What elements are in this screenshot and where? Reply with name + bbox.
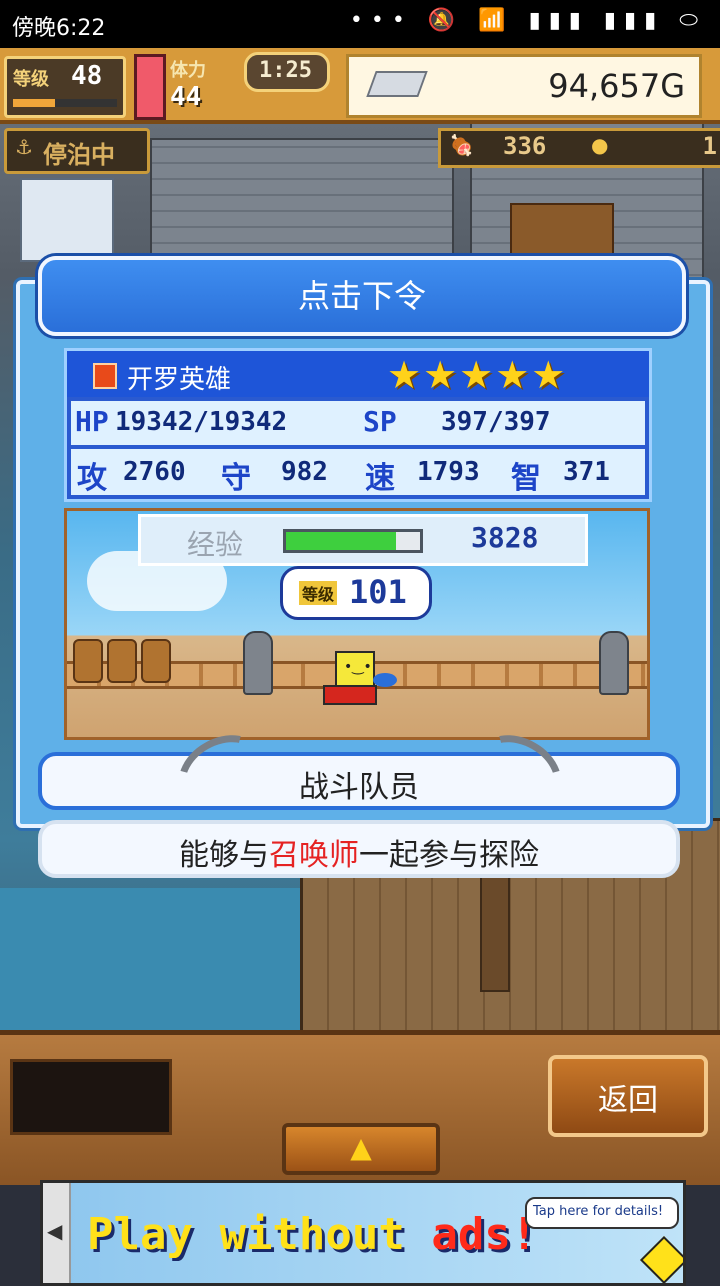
silver-bar-icon [366,71,428,97]
house-building [20,178,114,262]
exp-bar: 经验 3828 [138,514,588,566]
fire-element-icon [93,363,117,389]
int-value: 371 [563,457,610,487]
level-progress [13,99,117,107]
sp-label: SP [363,405,397,438]
barrel [107,639,137,683]
cannon-right [599,631,629,695]
def-value: 982 [281,457,328,487]
mast-post [480,868,510,992]
empty-slot [10,1059,172,1135]
ad-banner[interactable]: ◀ Play without ads! Tap here for details… [40,1180,686,1286]
coin-value: 1 [702,132,717,160]
exp-progress-fill [286,532,396,550]
stamina-value: 44 [170,82,202,112]
exp-progress [283,529,423,553]
stamina-gauge [134,54,166,120]
desc-before: 能够与 [179,838,269,873]
market-stall [510,203,614,257]
role-banner: 战斗队员 [38,752,680,810]
hero-weapon [373,673,397,687]
hero-level-label: 等级 [299,581,338,605]
ad-text-ads: ads! [431,1209,538,1260]
left-arrow-icon: ◀ [47,1219,63,1243]
hero-stats-box: 开罗英雄 ★★★★★ HP 19342/19342 SP 397/397 攻 2… [64,348,652,502]
hero-name-row: 开罗英雄 ★★★★★ [67,351,649,397]
up-arrow-icon: ▲ [350,1131,372,1164]
ad-details-bubble[interactable]: Tap here for details! [525,1197,679,1229]
coin-icon: ● [591,133,609,157]
sp-value: 397/397 [441,407,551,437]
ad-collapse-button[interactable]: ◀ [43,1183,71,1283]
player-level-box[interactable]: 等级 48 [4,56,126,118]
back-label: 返回 [598,1083,658,1118]
desc-highlight: 召唤师 [269,838,359,873]
spd-value: 1793 [417,457,480,487]
spd-label: 速 [365,461,395,496]
harbor-water [0,888,300,1038]
stamina-label: 体力 [170,60,206,81]
top-hud: 等级 48 体力 44 1:25 94,657G [0,48,720,124]
ad-logo-icon [639,1235,683,1283]
gold-panel[interactable]: 94,657G [346,54,702,118]
bottom-bar: 返回 ▲ [0,1030,720,1185]
barrel [141,639,171,683]
attr-row: 攻 2760 守 982 速 1793 智 371 [71,449,645,496]
status-bar: 傍晚6:22 ••• 🔕 📶 ▮▮▮ ▮▮▮ ⬭ [0,0,720,48]
gold-value: 94,657G [548,67,685,105]
timer-value: 1:25 [259,58,312,83]
hero-level-value: 101 [349,573,407,611]
hp-label: HP [75,405,109,438]
food-icon: 🍖 [449,133,474,157]
status-icons: ••• 🔕 📶 ▮▮▮ ▮▮▮ ⬭ [349,8,706,33]
anchor-icon: ⚓ [15,135,33,159]
ad-details-label: Tap here for details! [533,1204,664,1219]
atk-label: 攻 [77,461,107,496]
atk-value: 2760 [123,457,186,487]
exp-label: 经验 [187,528,244,561]
status-time: 傍晚6:22 [12,16,106,41]
ad-text: Play without ads! [87,1209,537,1260]
description-line: 能够与召唤师一起参与探险 [42,830,676,874]
stamina-box: 体力 44 [166,54,236,114]
docked-status: ⚓ 停泊中 [4,128,150,174]
role-label: 战斗队员 [299,770,419,805]
timer-box: 1:25 [244,52,330,92]
food-value: 336 [503,132,547,160]
hero-name: 开罗英雄 [127,365,232,395]
hero-sprite: •‿• [335,651,375,689]
hp-sp-row: HP 19342/19342 SP 397/397 [71,401,645,445]
level-value: 48 [71,61,103,91]
level-label: 等级 [13,69,49,90]
barrel [73,639,103,683]
resource-bar: 🍖 336 ● 1 [438,128,720,168]
docked-label: 停泊中 [43,141,115,169]
level-progress-fill [13,99,55,107]
exp-value: 3828 [471,521,539,554]
hero-description: 能够与召唤师一起参与探险 [38,820,680,878]
hp-value: 19342/19342 [115,407,288,437]
cannon-left [243,631,273,695]
command-button[interactable]: 点击下令 [38,256,686,336]
hero-cape [323,685,377,705]
back-button[interactable]: 返回 [548,1055,708,1137]
desc-after: 一起参与探险 [359,838,539,873]
expand-up-button[interactable]: ▲ [282,1123,440,1175]
star-rating: ★★★★★ [387,353,568,397]
ad-text-main: Play without [87,1209,432,1260]
def-label: 守 [221,461,251,496]
int-label: 智 [511,461,541,496]
hero-level-bubble: 等级 101 [280,566,432,620]
